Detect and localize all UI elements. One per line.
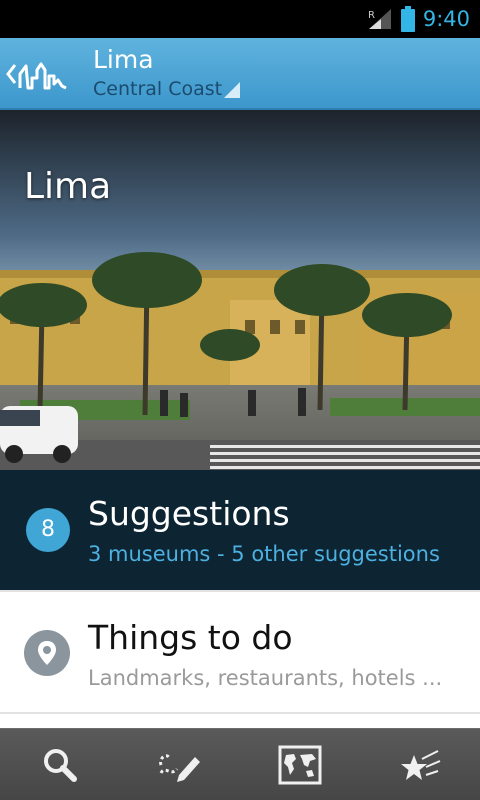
list-divider (0, 714, 480, 728)
back-chevron-icon (6, 64, 17, 84)
location-titles[interactable]: Lima Central Coast (93, 44, 241, 102)
battery-icon (400, 6, 415, 32)
region-spinner[interactable]: Central Coast (93, 76, 241, 102)
bottom-navigation (0, 728, 480, 800)
things-to-do-subtitle: Landmarks, restaurants, hotels ... (88, 666, 443, 690)
suggestions-item[interactable]: 8 Suggestions 3 museums - 5 other sugges… (0, 470, 480, 590)
search-icon (44, 749, 77, 782)
suggestions-subtitle: 3 museums - 5 other suggestions (88, 542, 440, 566)
things-to-do-item[interactable]: Things to do Landmarks, restaurants, hot… (0, 590, 480, 714)
signal-icon: R (368, 9, 391, 29)
suggestions-title: Suggestions (88, 494, 290, 533)
status-bar: R 9:40 (0, 0, 480, 38)
favorites-stars-icon (401, 750, 441, 780)
roaming-indicator: R (368, 10, 375, 21)
things-to-do-title: Things to do (88, 618, 293, 657)
action-bar: Lima Central Coast (0, 38, 480, 110)
spinner-indicator-icon (224, 82, 241, 98)
location-title: Lima (93, 45, 154, 74)
hero-city-name: Lima (24, 166, 112, 207)
search-button[interactable] (0, 729, 120, 800)
favorites-button[interactable] (360, 729, 480, 800)
edit-route-icon (159, 754, 200, 782)
city-hero-image[interactable]: Lima (0, 110, 480, 470)
home-up-button[interactable] (0, 38, 80, 110)
app-logo-icon (18, 62, 67, 90)
suggestions-count-badge: 8 (26, 508, 70, 552)
status-icons: R 9:40 (367, 4, 470, 34)
world-map-icon (278, 745, 322, 785)
location-pin-icon (24, 630, 70, 676)
clock: 9:40 (422, 7, 470, 31)
plaza-photo (0, 110, 480, 470)
trip-planner-button[interactable] (120, 729, 240, 800)
map-button[interactable] (240, 729, 360, 800)
region-label: Central Coast (93, 78, 223, 100)
